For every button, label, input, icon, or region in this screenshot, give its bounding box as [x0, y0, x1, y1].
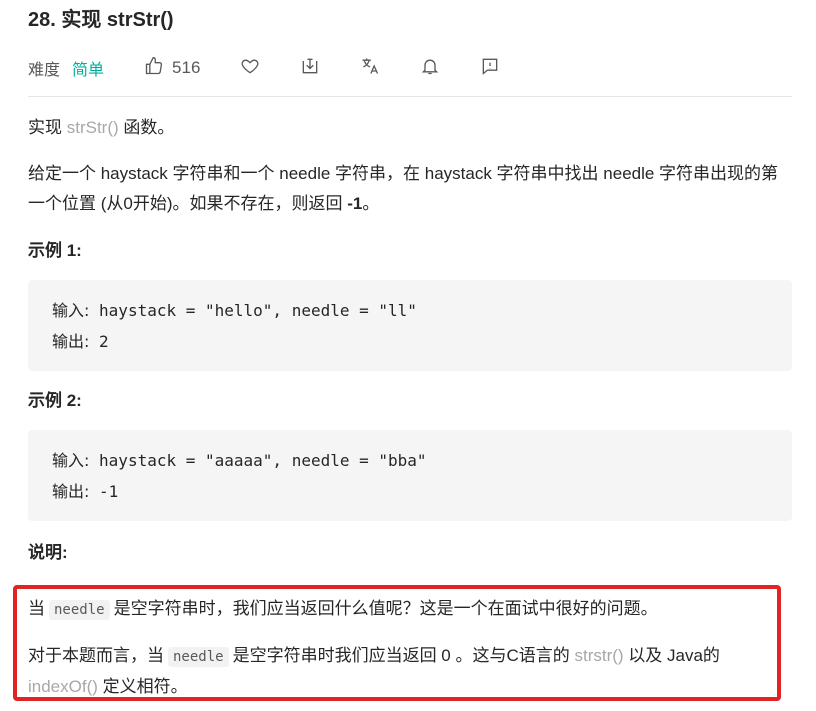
intro-prefix: 实现: [28, 118, 67, 137]
note-p2-end: 定义相符。: [97, 677, 188, 696]
paragraph-main: 给定一个 haystack 字符串和一个 needle 字符串，在 haysta…: [28, 164, 779, 213]
note-p1-suffix: 是空字符串时，我们应当返回什么值呢？这是一个在面试中很好的问题。: [113, 599, 658, 618]
return-value: -1: [347, 194, 363, 213]
output-value: -1: [89, 482, 119, 501]
difficulty-badge: 简单: [72, 62, 105, 79]
input-value: haystack = "aaaaa", needle = "bba": [89, 451, 427, 470]
indexof-link[interactable]: indexOf(): [28, 677, 98, 696]
example-2-code: 输入: haystack = "aaaaa", needle = "bba" 输…: [28, 430, 792, 521]
input-label: 输入:: [52, 301, 90, 320]
description-intro: 实现 strStr() 函数。: [28, 113, 792, 143]
problem-title: 28. 实现 strStr(): [28, 9, 174, 31]
output-label: 输出:: [52, 332, 90, 351]
description-paragraph: 给定一个 haystack 字符串和一个 needle 字符串，在 haysta…: [28, 159, 792, 219]
problem-meta-bar: 难度 简单 516: [28, 54, 792, 82]
note-content: 当 needle 是空字符串时，我们应当返回什么值呢？这是一个在面试中很好的问题。 …: [28, 594, 788, 702]
example-1-input: 输入: haystack = "hello", needle = "ll": [52, 295, 768, 326]
example-2-input: 输入: haystack = "aaaaa", needle = "bba": [52, 445, 768, 476]
example-1-heading: 示例 1:: [28, 241, 82, 260]
output-label: 输出:: [52, 482, 90, 501]
thumbs-up-icon: [144, 56, 164, 81]
output-value: 2: [89, 332, 109, 351]
feedback-icon: [480, 56, 500, 81]
note-p2-prefix: 对于本题而言，当: [28, 646, 164, 665]
heart-icon: [240, 56, 260, 81]
like-button[interactable]: 516: [144, 56, 200, 81]
note-paragraph-2: 对于本题而言，当 needle 是空字符串时我们应当返回 0 。这与C语言的 str…: [28, 641, 788, 702]
example-2-output: 输出: -1: [52, 476, 768, 507]
note-p1-prefix: 当: [28, 599, 45, 618]
meta-divider: [28, 96, 792, 97]
input-value: haystack = "hello", needle = "ll": [89, 301, 417, 320]
translate-button[interactable]: [360, 56, 380, 81]
problem-panel: 28. 实现 strStr() 难度 简单 516 实现 strStr() 函数…: [28, 0, 792, 565]
bell-icon: [420, 56, 440, 81]
note-paragraph-1: 当 needle 是空字符串时，我们应当返回什么值呢？这是一个在面试中很好的问题。: [28, 594, 788, 625]
note-p2-mid: 是空字符串时我们应当返回 0 。这与C语言的: [232, 646, 575, 665]
needle-code: needle: [49, 600, 110, 620]
example-1-output: 输出: 2: [52, 326, 768, 357]
favorite-button[interactable]: [240, 56, 260, 81]
translate-icon: [360, 56, 380, 81]
feedback-button[interactable]: [480, 56, 500, 81]
share-icon: [300, 56, 320, 81]
input-label: 输入:: [52, 451, 90, 470]
note-p2-mid2: 以及 Java的: [623, 646, 720, 665]
needle-code: needle: [168, 647, 229, 667]
share-button[interactable]: [300, 56, 320, 81]
strstr-link[interactable]: strStr(): [67, 118, 119, 137]
difficulty-label: 难度: [28, 62, 61, 79]
example-2-heading: 示例 2:: [28, 391, 82, 410]
subscribe-button[interactable]: [420, 56, 440, 81]
strstr-c-link[interactable]: strstr(): [574, 646, 623, 665]
intro-suffix: 函数。: [118, 118, 175, 137]
note-heading: 说明:: [28, 543, 68, 562]
like-count: 516: [172, 58, 201, 77]
paragraph-end: 。: [362, 194, 380, 213]
example-1-code: 输入: haystack = "hello", needle = "ll" 输出…: [28, 280, 792, 371]
